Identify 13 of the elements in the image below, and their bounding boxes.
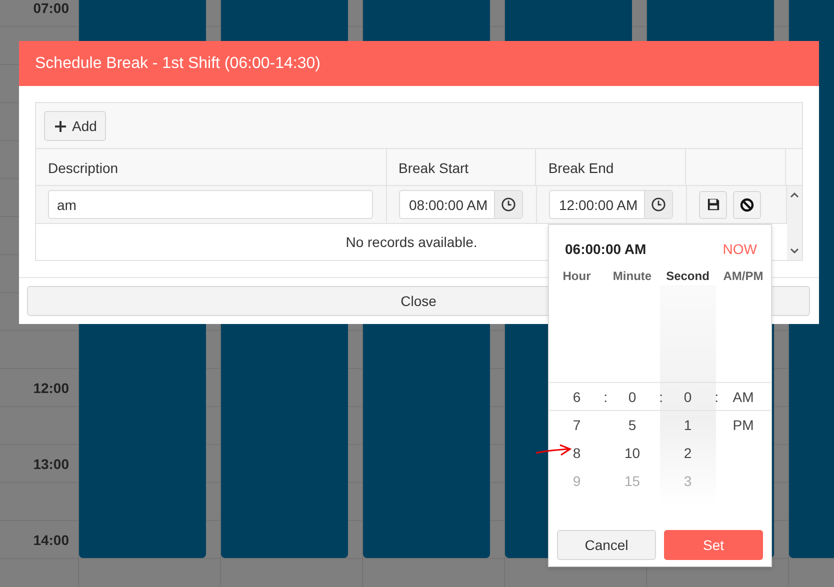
column-header: Break Start [398, 160, 469, 176]
column-header: Description [48, 160, 118, 176]
empty-message: No records available. [346, 234, 478, 250]
time-label: 12:00 [33, 380, 69, 396]
separator: : [604, 388, 608, 404]
dialog-title: Schedule Break - 1st Shift (06:00-14:30) [35, 54, 320, 72]
time-label: 13:00 [33, 456, 69, 472]
column-header: Break End [548, 160, 614, 176]
separator: : [714, 388, 718, 404]
time-label: 07:00 [33, 0, 69, 16]
separator: : [659, 388, 663, 404]
selected-time: 06:00:00 AM [565, 241, 646, 257]
time-label: 14:00 [33, 532, 69, 548]
